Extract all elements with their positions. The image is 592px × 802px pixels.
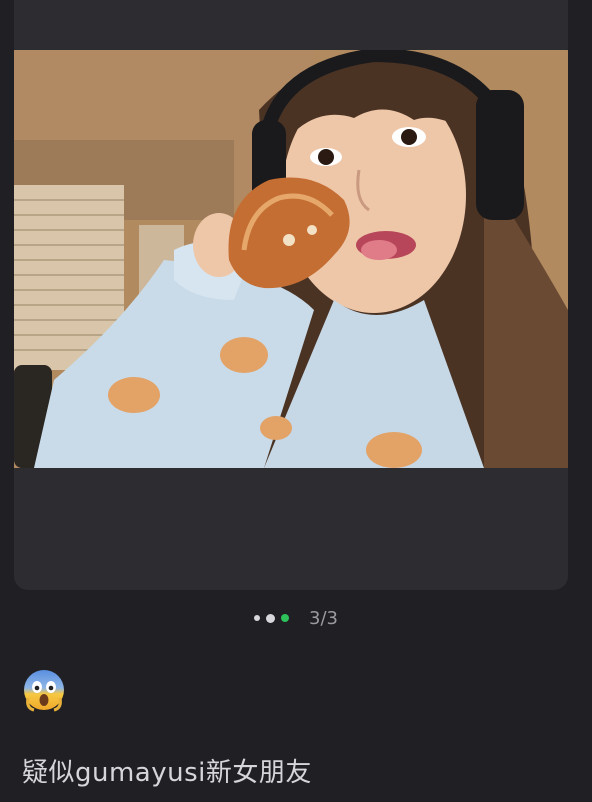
gallery-counter: 3/3	[309, 607, 338, 629]
pager-dot-1[interactable]	[254, 615, 261, 621]
post-caption: 疑似gumayusi新女朋友	[22, 758, 312, 788]
pager-dot-3-active[interactable]	[281, 614, 290, 622]
screaming-in-fear-emoji-icon	[22, 668, 66, 712]
photo-girl-eating-pastry	[14, 50, 568, 468]
pager-dot-2[interactable]	[266, 613, 276, 623]
image-card[interactable]	[14, 50, 568, 590]
gallery-pager[interactable]: 3/3	[0, 606, 592, 630]
previous-card-bottom	[14, 0, 568, 50]
post-photo[interactable]	[14, 50, 568, 468]
